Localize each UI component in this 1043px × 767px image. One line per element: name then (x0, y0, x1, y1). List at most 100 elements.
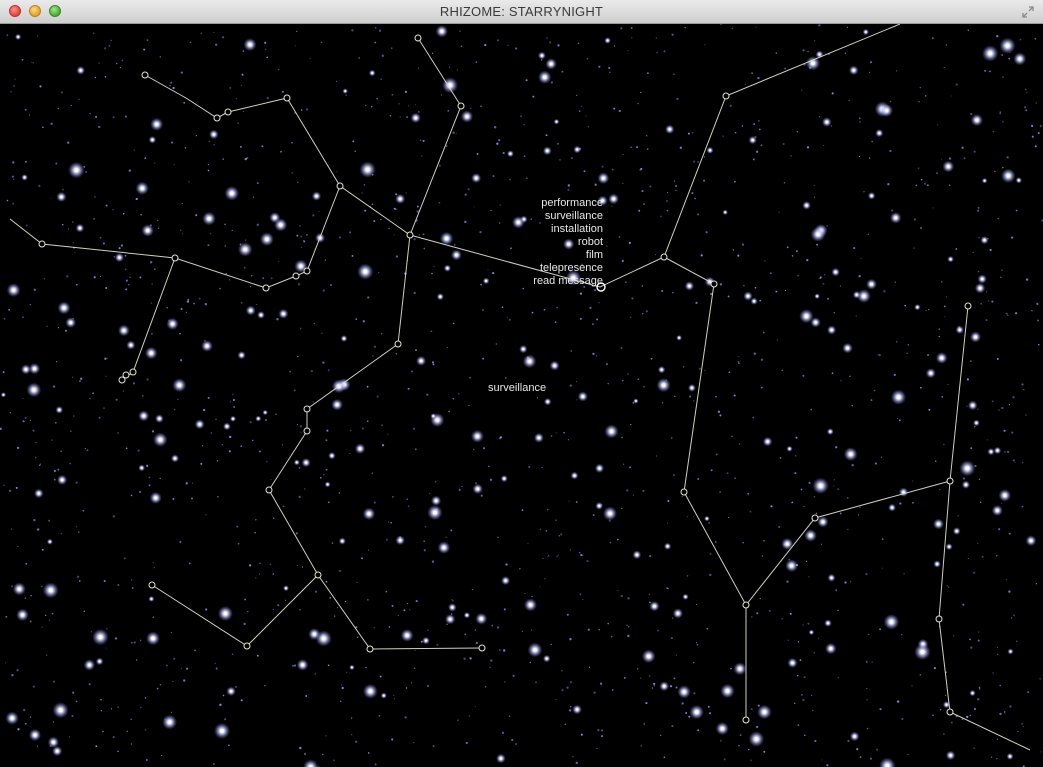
star (215, 43, 218, 46)
star (351, 734, 353, 736)
constellation-node[interactable] (935, 615, 943, 623)
star (222, 158, 224, 160)
starry-sky-canvas[interactable]: performance surveillance installation ro… (0, 24, 1043, 767)
star (12, 202, 15, 205)
menu-item-robot[interactable]: robot (578, 236, 603, 248)
menu-item-film[interactable]: film (586, 249, 603, 261)
star (207, 169, 210, 172)
star (410, 682, 413, 684)
menu-item-telepresence[interactable]: telepresence (540, 262, 603, 274)
constellation-node[interactable] (224, 108, 232, 116)
star (333, 759, 335, 762)
star (352, 140, 355, 143)
star (269, 563, 272, 566)
star (414, 116, 418, 120)
constellation-node[interactable] (742, 716, 750, 724)
star (636, 146, 638, 149)
star (865, 572, 868, 576)
star (676, 97, 679, 101)
constellation-node[interactable] (171, 254, 179, 262)
star (835, 589, 838, 591)
constellation-node[interactable] (946, 477, 954, 485)
star (457, 392, 460, 395)
constellation-node[interactable] (303, 267, 311, 275)
constellation-node[interactable] (283, 94, 291, 102)
star (943, 733, 945, 735)
constellation-node[interactable] (660, 253, 668, 261)
constellation-node[interactable] (742, 601, 750, 609)
star (531, 595, 533, 598)
constellation-node[interactable] (811, 514, 819, 522)
constellation-node[interactable] (336, 182, 344, 190)
constellation-node[interactable] (148, 581, 156, 589)
constellation-node[interactable] (129, 368, 137, 376)
star (607, 622, 609, 625)
star (48, 588, 53, 593)
star (129, 343, 133, 347)
constellation-node[interactable] (303, 405, 311, 413)
menu-item-performance[interactable]: performance (541, 197, 603, 209)
constellation-node[interactable] (946, 708, 954, 716)
star (850, 581, 852, 583)
constellation-node[interactable] (243, 642, 251, 650)
star (496, 142, 499, 145)
star (1039, 124, 1043, 128)
star (1009, 705, 1012, 708)
constellation-node[interactable] (414, 34, 422, 42)
star (439, 164, 441, 167)
star (180, 71, 183, 74)
star (605, 363, 608, 366)
star (926, 184, 929, 187)
star (525, 79, 528, 82)
star (675, 189, 677, 191)
star (609, 71, 611, 74)
star (879, 708, 882, 711)
constellation-node[interactable] (118, 376, 126, 384)
menu-item-surveillance[interactable]: surveillance (545, 210, 603, 222)
constellation-node[interactable] (406, 231, 414, 239)
star (102, 730, 104, 733)
star (72, 242, 75, 244)
star (61, 188, 64, 191)
constellation-node[interactable] (710, 280, 718, 288)
star (74, 252, 76, 254)
star (635, 553, 639, 556)
star (167, 720, 172, 724)
star (894, 281, 896, 283)
star (75, 526, 78, 528)
constellation-node[interactable] (366, 645, 374, 653)
constellation-node[interactable] (213, 114, 221, 122)
star (150, 598, 153, 600)
constellation-node[interactable] (478, 644, 486, 652)
constellation-node[interactable] (303, 427, 311, 435)
constellation-node[interactable] (265, 486, 273, 494)
constellation-node[interactable] (262, 284, 270, 292)
star (279, 223, 283, 227)
star (94, 76, 97, 79)
star (1001, 54, 1004, 56)
constellation-node[interactable] (964, 302, 972, 310)
star (219, 287, 221, 290)
constellation-node[interactable] (314, 571, 322, 579)
title-bar[interactable]: RHIZOME: STARRYNIGHT (0, 0, 1043, 24)
star (435, 418, 440, 422)
star (215, 667, 218, 670)
star (99, 236, 102, 239)
menu-item-read-message[interactable]: read message (533, 275, 603, 287)
constellation-node[interactable] (722, 92, 730, 100)
constellation-node[interactable] (292, 272, 300, 280)
constellation-node[interactable] (141, 71, 149, 79)
star (835, 446, 838, 449)
star (1004, 451, 1006, 453)
star (1010, 617, 1013, 619)
constellation-node[interactable] (680, 488, 688, 496)
constellation-node[interactable] (394, 340, 402, 348)
constellation-node[interactable] (457, 102, 465, 110)
star (157, 219, 159, 221)
menu-item-installation[interactable]: installation (551, 223, 603, 235)
fullscreen-icon[interactable] (1021, 5, 1035, 19)
star (827, 297, 830, 300)
star (112, 736, 115, 739)
star (69, 321, 73, 324)
constellation-node[interactable] (38, 240, 46, 248)
